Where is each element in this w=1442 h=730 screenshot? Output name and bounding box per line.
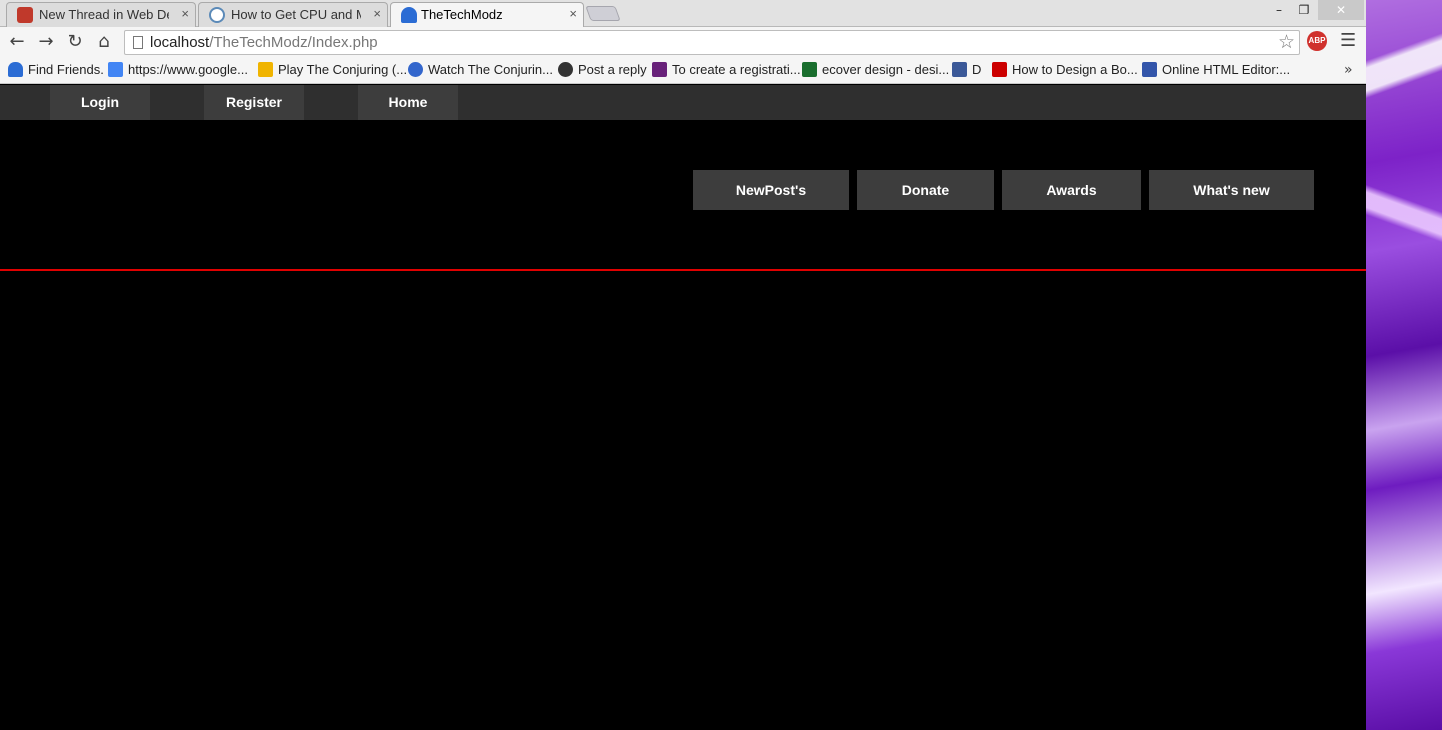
forward-icon[interactable]: →	[35, 31, 57, 53]
jw-icon	[1142, 62, 1157, 77]
browser-window: New Thread in Web Devel × How to Get CPU…	[0, 0, 1366, 730]
google-icon	[108, 62, 123, 77]
youtube-icon	[992, 62, 1007, 77]
bookmark-label: https://www.google...	[128, 62, 248, 77]
desktop-wallpaper	[1366, 0, 1442, 730]
adblock-plus-icon[interactable]: ABP	[1307, 31, 1327, 51]
bookmark-html-editor[interactable]: Online HTML Editor:...	[1142, 62, 1290, 80]
bookmark-label: D	[972, 62, 982, 77]
address-bar[interactable]: localhost/TheTechModz/Index.php ☆	[124, 30, 1300, 55]
donate-button[interactable]: Donate	[857, 170, 994, 210]
bookmarks-overflow-button[interactable]: »	[1344, 62, 1353, 78]
visual-studio-icon	[652, 62, 667, 77]
close-window-button[interactable]: ✕	[1318, 0, 1364, 20]
url-path: /TheTechModz/Index.php	[209, 34, 378, 51]
site-top-nav: Login Register Home	[0, 85, 1366, 120]
restore-button[interactable]: ❐	[1292, 0, 1316, 20]
bookmark-label: Find Friends.	[28, 62, 104, 77]
whats-new-button[interactable]: What's new	[1149, 170, 1314, 210]
user-icon	[8, 62, 23, 77]
facebook-icon	[952, 62, 967, 77]
w-icon	[802, 62, 817, 77]
bookmark-registration[interactable]: To create a registrati...	[652, 62, 801, 80]
url-host: localhost	[150, 34, 210, 51]
page-icon	[133, 36, 143, 49]
bookmark-label: Online HTML Editor:...	[1162, 62, 1291, 77]
tab-thetechmodz[interactable]: TheTechModz ×	[390, 2, 584, 28]
bookmark-youtube[interactable]: How to Design a Bo...	[992, 62, 1138, 80]
star-icon[interactable]: ☆	[1278, 31, 1295, 53]
bookmark-facebook[interactable]: D	[952, 62, 981, 80]
bookmark-label: Watch The Conjurin...	[428, 62, 553, 77]
menu-icon[interactable]: ☰	[1340, 30, 1356, 51]
bookmark-google[interactable]: https://www.google...	[108, 62, 248, 80]
bookmark-label: How to Design a Bo...	[1012, 62, 1138, 77]
new-tab-button[interactable]	[585, 6, 621, 21]
awards-button[interactable]: Awards	[1002, 170, 1141, 210]
bookmark-label: ecover design - desi...	[822, 62, 950, 77]
tab-title: New Thread in Web Devel	[39, 7, 169, 22]
bookmark-label: Play The Conjuring (...	[278, 62, 408, 77]
bookmark-watch-conjuring[interactable]: Watch The Conjurin...	[408, 62, 553, 80]
user-icon	[401, 7, 417, 23]
url-text[interactable]: localhost/TheTechModz/Index.php	[150, 34, 378, 51]
nav-register-link[interactable]: Register	[204, 85, 304, 120]
tab-title: TheTechModz	[421, 7, 503, 22]
spiral-icon	[558, 62, 573, 77]
bookmark-label: Post a reply	[578, 62, 647, 77]
minimize-button[interactable]: –	[1266, 0, 1292, 20]
bookmarks-bar: Find Friends. https://www.google... Play…	[0, 58, 1366, 84]
bookmark-play-conjuring[interactable]: Play The Conjuring (...	[258, 62, 407, 80]
globe-icon	[408, 62, 423, 77]
bookmark-find-friends[interactable]: Find Friends.	[8, 62, 104, 80]
wordpress-icon	[209, 7, 225, 23]
bookmark-ecover[interactable]: ecover design - desi...	[802, 62, 949, 80]
bolt-icon	[258, 62, 273, 77]
newposts-button[interactable]: NewPost's	[693, 170, 849, 210]
nav-login-link[interactable]: Login	[50, 85, 150, 120]
home-icon[interactable]: ⌂	[93, 31, 115, 53]
tab-title: How to Get CPU and Mem	[231, 7, 361, 22]
tab-new-thread[interactable]: New Thread in Web Devel ×	[6, 2, 196, 27]
close-icon[interactable]: ×	[373, 6, 381, 21]
close-icon[interactable]: ×	[181, 6, 189, 21]
browser-toolbar: ← → ↻ ⌂ localhost/TheTechModz/Index.php …	[0, 27, 1366, 58]
back-icon[interactable]: ←	[6, 31, 28, 53]
tab-strip: New Thread in Web Devel × How to Get CPU…	[0, 0, 1366, 28]
bookmark-label: To create a registrati...	[672, 62, 801, 77]
header-divider	[0, 269, 1366, 271]
close-icon[interactable]: ×	[569, 6, 577, 21]
reload-icon[interactable]: ↻	[64, 31, 86, 53]
red-forum-icon	[17, 7, 33, 23]
tab-cpu-memory[interactable]: How to Get CPU and Mem ×	[198, 2, 388, 27]
bookmark-post-reply[interactable]: Post a reply	[558, 62, 647, 80]
page-content: Login Register Home NewPost's Donate Awa…	[0, 85, 1366, 730]
nav-home-link[interactable]: Home	[358, 85, 458, 120]
